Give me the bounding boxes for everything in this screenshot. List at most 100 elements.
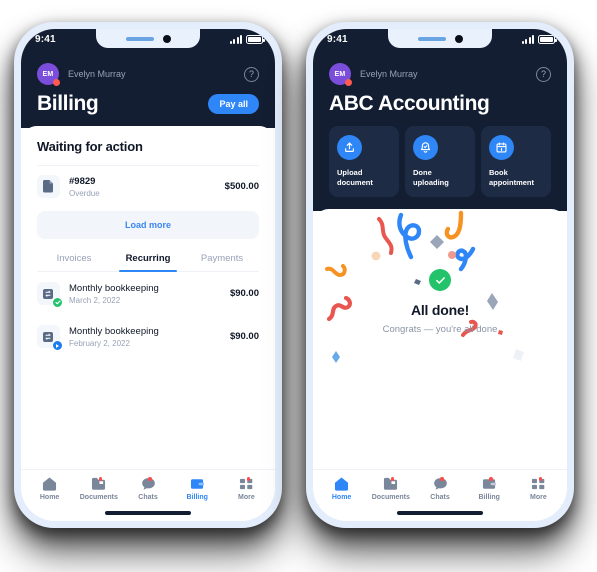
speaker-grille-icon [417, 36, 446, 41]
help-circle-icon[interactable]: ? [244, 66, 259, 82]
billing-header: EM Evelyn Murray ? Billing Pay all [21, 55, 275, 128]
status-icons [229, 35, 265, 44]
invoice-id: #9829 [69, 175, 96, 187]
speaker-grille-icon [125, 36, 154, 41]
tab-recurring[interactable]: Recurring [111, 253, 185, 272]
notification-dot [440, 477, 444, 481]
phone-billing: 9:41 EM Evelyn Murray ? Billing Pay all … [14, 22, 282, 528]
tab-documents[interactable]: Documents [366, 477, 415, 501]
load-more-button[interactable]: Load more [37, 211, 259, 239]
document-icon [37, 175, 60, 198]
all-done-panel: All done! Congrats — you're all done [313, 209, 567, 402]
home-sheet: All done! Congrats — you're all done Hom… [313, 209, 567, 521]
user-name: Evelyn Murray [360, 69, 418, 79]
bell-check-icon [413, 135, 438, 160]
home-indicator [21, 505, 275, 521]
bottom-tab-bar: Home Documents Chats Billing More [313, 469, 567, 505]
signal-bars-icon [521, 35, 534, 44]
tab-payments[interactable]: Payments [185, 253, 259, 271]
tab-label: Documents [371, 494, 410, 501]
upload-icon [337, 135, 362, 160]
card-done-uploading[interactable]: Done uploading [405, 126, 475, 198]
notch [96, 29, 200, 48]
recurring-date: February 2, 2022 [69, 338, 130, 348]
notification-dot [246, 477, 251, 481]
all-done-subtitle: Congrats — you're all done [382, 324, 498, 336]
tab-label: More [530, 494, 547, 501]
tab-chats[interactable]: Chats [415, 477, 464, 501]
all-done-title: All done! [410, 302, 470, 319]
tab-billing[interactable]: Billing [173, 477, 222, 501]
invoice-status: Overdue [69, 188, 100, 198]
billing-sheet: Waiting for action #9829 Overdue $500.00… [21, 126, 275, 521]
section-title: Waiting for action [37, 139, 143, 154]
tab-documents[interactable]: Documents [74, 477, 123, 501]
tab-label: Chats [430, 494, 450, 501]
notification-dot [148, 477, 152, 481]
status-bar: 9:41 [313, 29, 567, 55]
notification-dot [489, 477, 493, 481]
card-upload-document[interactable]: Upload document [329, 126, 399, 198]
front-camera-icon [162, 34, 171, 43]
battery-icon [538, 35, 557, 44]
bottom-tab-bar: Home Documents Chats Billing More [21, 469, 275, 505]
home-icon [335, 477, 349, 491]
card-label: Book appointment [489, 168, 534, 188]
notification-dot [390, 477, 395, 481]
tab-label: Billing [186, 494, 208, 501]
phone-home: 9:41 EM Evelyn Murray ? ABC Accounting U… [306, 22, 574, 528]
recurring-row[interactable]: Monthly bookkeeping February 2, 2022 $90… [21, 315, 275, 358]
page-title: ABC Accounting [329, 92, 490, 115]
notch [388, 29, 492, 48]
status-time: 9:41 [35, 34, 56, 45]
front-camera-icon [454, 34, 463, 43]
tab-billing[interactable]: Billing [465, 477, 514, 501]
billing-icon [190, 479, 204, 489]
tab-label: Documents [79, 494, 118, 501]
calendar-icon [489, 135, 514, 160]
recurring-name: Monthly bookkeeping [69, 282, 159, 294]
recurring-amount: $90.00 [229, 288, 259, 299]
card-book-appointment[interactable]: Book appointment [481, 126, 551, 198]
home-header: EM Evelyn Murray ? ABC Accounting Upload… [313, 55, 567, 212]
invoice-amount: $500.00 [224, 181, 259, 192]
confetti-illustration [325, 211, 524, 364]
notification-dot [98, 477, 103, 481]
signal-bars-icon [229, 35, 242, 44]
invoice-row[interactable]: #9829 Overdue $500.00 [21, 166, 275, 207]
notification-dot [538, 477, 543, 481]
tab-home[interactable]: Home [25, 477, 74, 501]
avatar[interactable]: EM [37, 63, 60, 86]
check-badge [52, 297, 63, 308]
avatar-initials: EM [42, 70, 54, 78]
tab-label: Home [39, 494, 60, 501]
recurring-row[interactable]: Monthly bookkeeping March 2, 2022 $90.00 [21, 272, 275, 315]
card-label: Done uploading [413, 168, 449, 188]
play-badge [52, 340, 63, 351]
avatar-status-dot [53, 79, 60, 86]
tab-label: Chats [138, 494, 158, 501]
tab-invoices[interactable]: Invoices [37, 253, 111, 271]
billing-tabs: Invoices Recurring Payments [37, 253, 259, 272]
tab-more[interactable]: More [222, 477, 271, 501]
tab-label: Billing [478, 494, 500, 501]
status-time: 9:41 [327, 34, 348, 45]
battery-icon [246, 35, 265, 44]
home-icon [43, 477, 57, 491]
help-circle-icon[interactable]: ? [536, 66, 551, 82]
tab-label: Home [331, 494, 352, 501]
action-cards: Upload document Done uploading Book appo… [329, 126, 551, 211]
pay-all-button[interactable]: Pay all [208, 94, 259, 114]
tab-more[interactable]: More [514, 477, 563, 501]
recurring-date: March 2, 2022 [69, 295, 121, 305]
avatar-initials: EM [334, 70, 346, 78]
recurring-amount: $90.00 [229, 331, 259, 342]
status-bar: 9:41 [21, 29, 275, 55]
screenshot-stage: 9:41 EM Evelyn Murray ? Billing Pay all … [0, 0, 597, 572]
tab-chats[interactable]: Chats [123, 477, 172, 501]
avatar-status-dot [345, 79, 352, 86]
recurring-name: Monthly bookkeeping [69, 325, 159, 337]
avatar[interactable]: EM [329, 63, 352, 86]
tab-home[interactable]: Home [317, 477, 366, 501]
tab-label: More [238, 494, 255, 501]
